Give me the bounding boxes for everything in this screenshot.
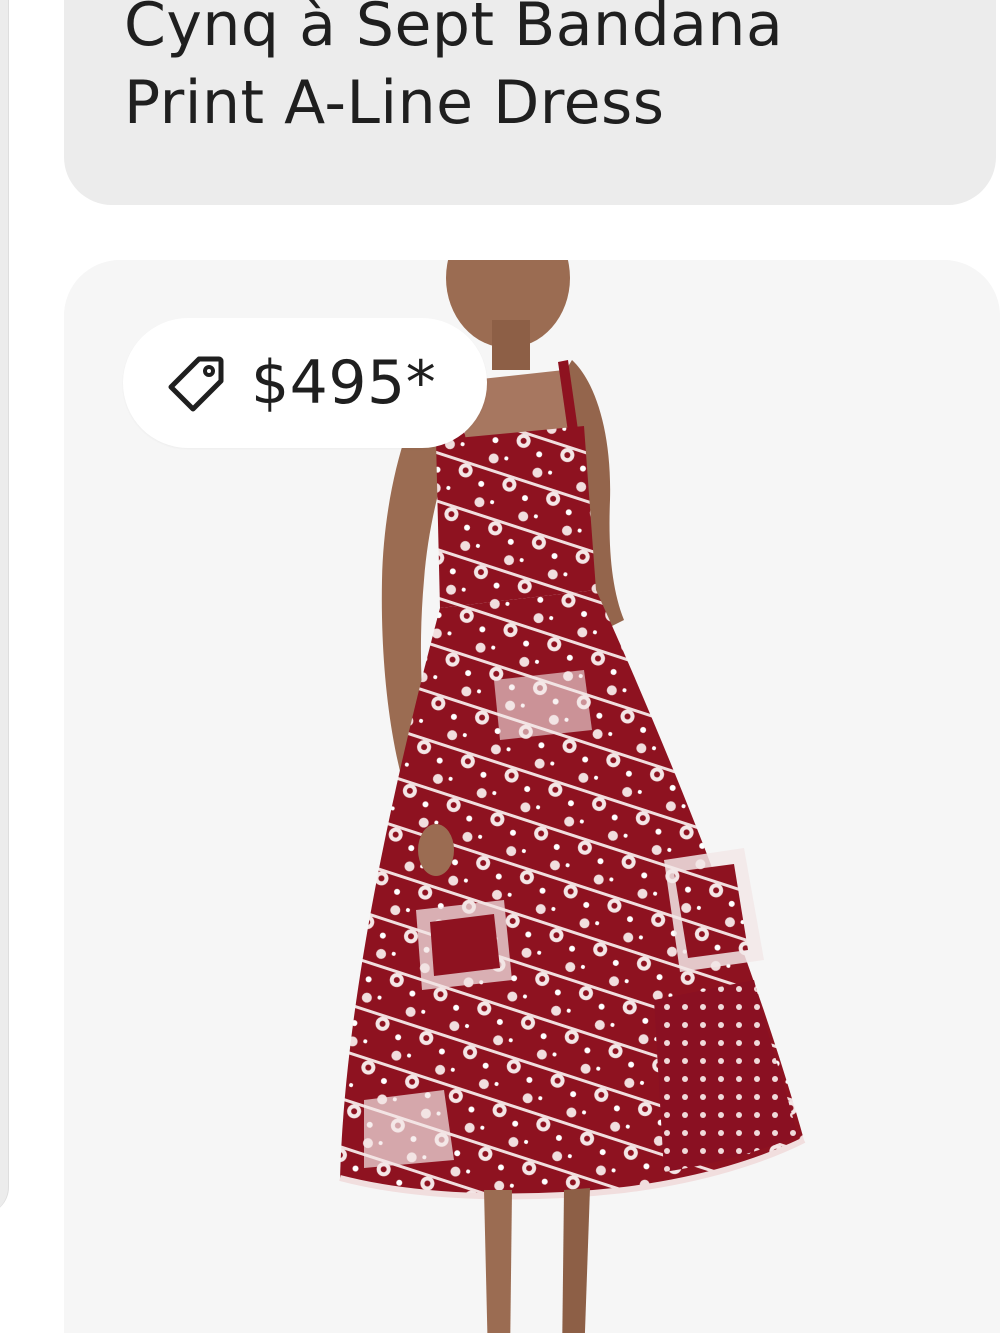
product-title-card: Cynq à Sept Bandana Print A-Line Dress bbox=[64, 0, 996, 205]
product-title: Cynq à Sept Bandana Print A-Line Dress bbox=[124, 0, 784, 138]
price-chip[interactable]: $495* bbox=[123, 318, 487, 448]
price-value: $495* bbox=[251, 348, 437, 418]
product-detail-screen: Cynq à Sept Bandana Print A-Line Dress $… bbox=[0, 0, 1000, 1333]
previous-card-edge[interactable] bbox=[0, 0, 9, 1215]
price-tag-icon bbox=[168, 356, 224, 412]
